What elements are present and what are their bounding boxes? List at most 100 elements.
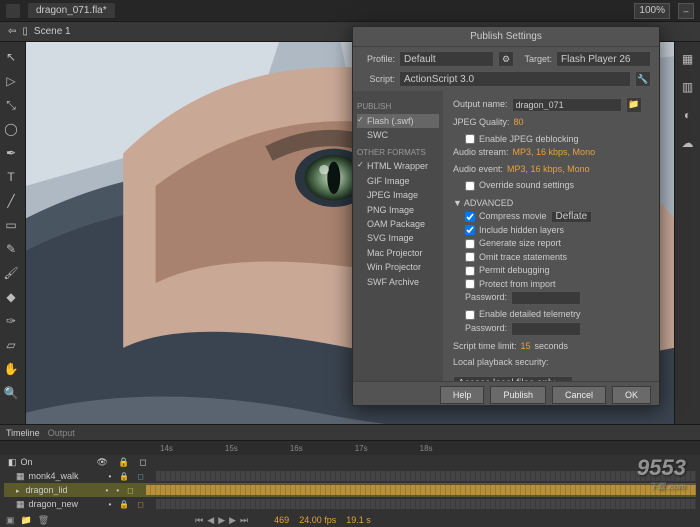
override-sound-checkbox[interactable]	[465, 181, 475, 191]
format-oam[interactable]: OAM Package	[357, 217, 439, 231]
format-swfarchive[interactable]: SWF Archive	[357, 275, 439, 289]
format-jpeg[interactable]: JPEG Image	[357, 188, 439, 202]
pencil-tool-icon[interactable]: ✎	[0, 238, 22, 260]
frames-track[interactable]	[156, 471, 696, 481]
folder-icon[interactable]	[16, 485, 22, 495]
size-report-checkbox[interactable]	[465, 239, 475, 249]
frames-track[interactable]	[146, 485, 696, 495]
cancel-button[interactable]: Cancel	[552, 386, 606, 404]
timeline-tab[interactable]: Timeline	[6, 428, 40, 438]
protect-checkbox[interactable]	[465, 279, 475, 289]
profile-options-icon[interactable]: ⚙	[498, 51, 514, 67]
properties-panel-icon[interactable]: ▦	[677, 48, 699, 70]
eyedropper-tool-icon[interactable]: ✑	[0, 310, 22, 332]
movieclip-icon: ▦	[16, 499, 25, 510]
window-min-icon[interactable]: –	[678, 3, 694, 19]
profile-dropdown[interactable]: Default	[399, 51, 494, 67]
layer-monk4[interactable]: monk4_walk	[29, 471, 105, 481]
jpeg-quality-value[interactable]: 80	[514, 116, 524, 130]
compress-dropdown[interactable]: Deflate	[551, 211, 593, 223]
eraser-tool-icon[interactable]: ▱	[0, 334, 22, 356]
next-frame-icon[interactable]: ▶	[229, 515, 236, 526]
jpeg-deblock-checkbox[interactable]	[465, 134, 475, 144]
zoom-dropdown[interactable]: 100%	[634, 3, 670, 19]
watermark: 9553下载 .com	[637, 455, 686, 492]
output-tab[interactable]: Output	[48, 428, 75, 438]
bucket-tool-icon[interactable]: ◆	[0, 286, 22, 308]
format-flash[interactable]: Flash (.swf)	[357, 114, 439, 128]
publish-button[interactable]: Publish	[490, 386, 546, 404]
outline-col-icon[interactable]: ◻	[139, 457, 146, 468]
script-limit-unit: seconds	[535, 340, 569, 354]
password2-label: Password:	[465, 322, 507, 336]
transform-tool-icon[interactable]: ⤡	[0, 94, 22, 116]
scene-label[interactable]: Scene 1	[34, 26, 71, 37]
format-swc[interactable]: SWC	[357, 128, 439, 142]
subselect-tool-icon[interactable]: ▷	[0, 70, 22, 92]
selection-tool-icon[interactable]: ↖	[0, 46, 22, 68]
browse-folder-icon[interactable]: 📁	[626, 97, 642, 113]
color-panel-icon[interactable]: ◐	[677, 104, 699, 126]
frames-track[interactable]	[156, 499, 696, 509]
onion-skin-icon[interactable]: ◧	[8, 457, 17, 468]
library-panel-icon[interactable]: ▥	[677, 76, 699, 98]
back-arrow-icon[interactable]: ⇦	[8, 26, 16, 37]
compress-checkbox[interactable]	[465, 212, 475, 222]
format-svg[interactable]: SVG Image	[357, 231, 439, 245]
text-tool-icon[interactable]: T	[0, 166, 22, 188]
size-report-label: Generate size report	[479, 237, 561, 251]
document-tab[interactable]: dragon_071.fla*	[28, 3, 115, 18]
new-layer-icon[interactable]: ▣	[6, 515, 15, 526]
format-html[interactable]: HTML Wrapper	[357, 159, 439, 173]
movieclip-icon: ▦	[16, 471, 25, 482]
scene-icon: ▯	[22, 26, 28, 37]
app-titlebar: dragon_071.fla* 100% –	[0, 0, 700, 22]
target-dropdown[interactable]: Flash Player 26	[556, 51, 651, 67]
jpeg-deblock-label: Enable JPEG deblocking	[479, 133, 579, 147]
app-logo-icon	[6, 4, 20, 18]
audio-event-value[interactable]: MP3, 16 kbps, Mono	[507, 163, 590, 177]
format-png[interactable]: PNG Image	[357, 203, 439, 217]
brush-tool-icon[interactable]: 🖌	[0, 262, 22, 284]
time-ruler[interactable]: 14s 15s 16s 17s 18s	[0, 441, 700, 455]
audio-stream-value[interactable]: MP3, 16 kbps, Mono	[513, 146, 596, 160]
lasso-tool-icon[interactable]: ◯	[0, 118, 22, 140]
line-tool-icon[interactable]: ╱	[0, 190, 22, 212]
script-dropdown[interactable]: ActionScript 3.0	[399, 71, 631, 87]
first-frame-icon[interactable]: ⏮	[195, 515, 203, 526]
hand-tool-icon[interactable]: ✋	[0, 358, 22, 380]
output-name-input[interactable]	[512, 98, 622, 112]
local-security-dropdown[interactable]: Access local files only	[453, 376, 573, 382]
visibility-col-icon[interactable]: 👁	[97, 457, 108, 468]
play-icon[interactable]: ▶	[218, 515, 225, 526]
layer-dragon-new[interactable]: dragon_new	[29, 499, 105, 509]
layer-dragon-lid[interactable]: dragon_lid	[26, 485, 102, 495]
rect-tool-icon[interactable]: ▭	[0, 214, 22, 236]
output-name-label: Output name:	[453, 98, 508, 112]
mark-18s: 18s	[420, 444, 433, 453]
profile-label: Profile:	[361, 54, 395, 64]
help-button[interactable]: Help	[440, 386, 485, 404]
omit-trace-checkbox[interactable]	[465, 252, 475, 262]
hidden-layers-label: Include hidden layers	[479, 224, 564, 238]
telemetry-password-input	[511, 322, 581, 336]
new-folder-icon[interactable]: 📁	[21, 515, 32, 526]
permit-debug-checkbox[interactable]	[465, 266, 475, 276]
cc-panel-icon[interactable]: ☁	[677, 132, 699, 154]
advanced-heading[interactable]: ADVANCED	[464, 198, 513, 208]
pen-tool-icon[interactable]: ✒	[0, 142, 22, 164]
prev-frame-icon[interactable]: ◀	[207, 515, 214, 526]
format-gif[interactable]: GIF Image	[357, 174, 439, 188]
lock-col-icon[interactable]: 🔒	[118, 457, 129, 468]
zoom-tool-icon[interactable]: 🔍	[0, 382, 22, 404]
telemetry-checkbox[interactable]	[465, 310, 475, 320]
delete-layer-icon[interactable]: 🗑	[38, 515, 49, 526]
hidden-layers-checkbox[interactable]	[465, 225, 475, 235]
format-win[interactable]: Win Projector	[357, 260, 439, 274]
script-settings-icon[interactable]: 🔧	[635, 71, 651, 87]
publish-settings-dialog: Publish Settings Profile: Default ⚙ Targ…	[352, 26, 660, 406]
last-frame-icon[interactable]: ⏭	[240, 515, 248, 526]
script-limit-value[interactable]: 15	[521, 340, 531, 354]
ok-button[interactable]: OK	[612, 386, 651, 404]
format-mac[interactable]: Mac Projector	[357, 246, 439, 260]
